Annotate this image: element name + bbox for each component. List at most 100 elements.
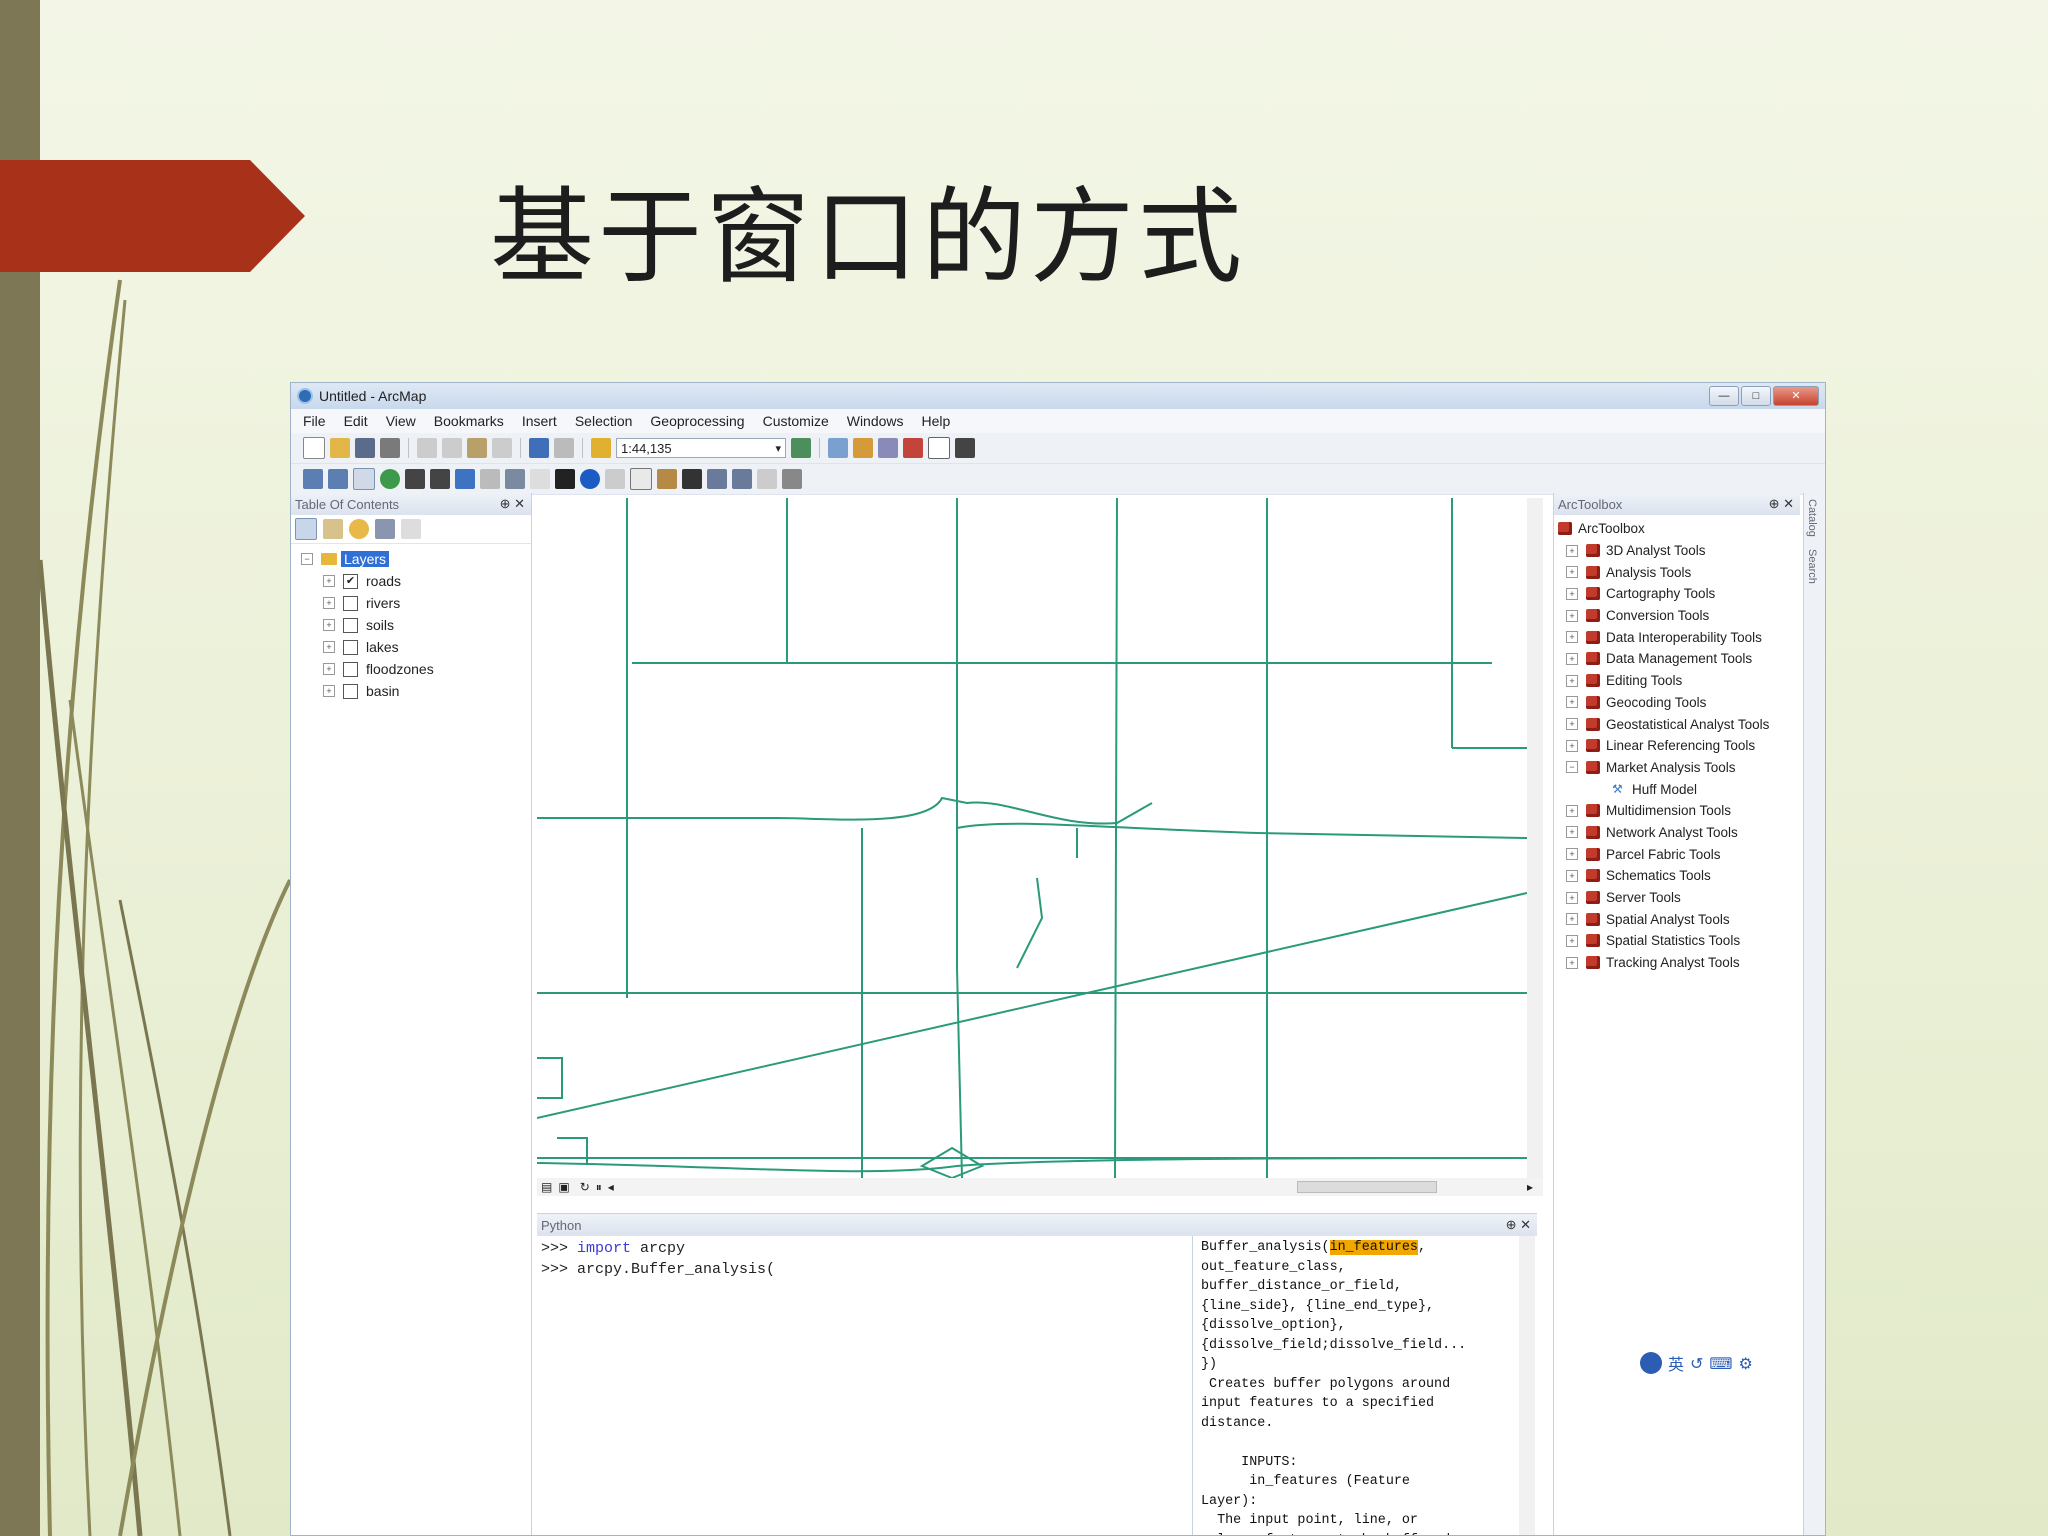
toolbox-label[interactable]: Spatial Statistics Tools bbox=[1606, 933, 1740, 948]
catalog-tab[interactable]: Catalog bbox=[1804, 493, 1820, 543]
toolbox-item[interactable]: + Editing Tools bbox=[1558, 670, 1800, 692]
expand-icon[interactable]: + bbox=[323, 641, 335, 653]
select-elements-icon[interactable] bbox=[555, 469, 575, 489]
toolbox-item[interactable]: + Cartography Tools bbox=[1558, 583, 1800, 605]
save-icon[interactable] bbox=[355, 438, 375, 458]
collapse-icon[interactable]: − bbox=[301, 553, 313, 565]
ime-language-toggle[interactable]: 英 bbox=[1668, 1351, 1684, 1375]
menu-geoprocessing[interactable]: Geoprocessing bbox=[650, 413, 744, 429]
expand-icon[interactable]: − bbox=[1566, 761, 1578, 774]
model-builder-icon[interactable] bbox=[955, 438, 975, 458]
menu-edit[interactable]: Edit bbox=[344, 413, 368, 429]
ime-settings-icon[interactable]: ⚙ bbox=[1739, 1354, 1753, 1373]
pan-icon[interactable] bbox=[353, 468, 375, 490]
menu-help[interactable]: Help bbox=[922, 413, 951, 429]
toolbox-item[interactable]: + Server Tools bbox=[1558, 887, 1800, 909]
toolbox-label[interactable]: Editing Tools bbox=[1606, 673, 1682, 688]
zoom-in-icon[interactable] bbox=[303, 469, 323, 489]
toolbox-item[interactable]: + Multidimension Tools bbox=[1558, 800, 1800, 822]
zoom-out-icon[interactable] bbox=[328, 469, 348, 489]
minimize-button[interactable]: — bbox=[1709, 386, 1739, 406]
layer-name[interactable]: floodzones bbox=[366, 661, 434, 677]
layer-checkbox[interactable] bbox=[343, 683, 358, 699]
data-view-icon[interactable]: ▤ bbox=[541, 1180, 552, 1194]
copy-icon[interactable] bbox=[442, 438, 462, 458]
expand-icon[interactable]: + bbox=[1566, 566, 1578, 579]
toolbox-label[interactable]: Conversion Tools bbox=[1606, 608, 1709, 623]
toolbox-item[interactable]: − Market Analysis Tools bbox=[1558, 757, 1800, 779]
expand-icon[interactable]: + bbox=[1566, 891, 1578, 904]
open-icon[interactable] bbox=[330, 438, 350, 458]
toolbox-item[interactable]: +3D Analyst Tools bbox=[1558, 540, 1800, 562]
toolbox-item[interactable]: + Schematics Tools bbox=[1558, 865, 1800, 887]
toolbox-item[interactable]: + Conversion Tools bbox=[1558, 605, 1800, 627]
layers-root-label[interactable]: Layers bbox=[341, 551, 390, 567]
tool-label[interactable]: Huff Model bbox=[1632, 782, 1697, 797]
undo-icon[interactable] bbox=[529, 438, 549, 458]
toolbox-label[interactable]: Cartography Tools bbox=[1606, 586, 1715, 601]
search-tab[interactable]: Search bbox=[1804, 543, 1820, 590]
toolbox-item[interactable]: + Spatial Analyst Tools bbox=[1558, 908, 1800, 930]
cut-icon[interactable] bbox=[417, 438, 437, 458]
time-slider-icon[interactable] bbox=[757, 469, 777, 489]
forward-icon[interactable] bbox=[480, 469, 500, 489]
redo-icon[interactable] bbox=[554, 438, 574, 458]
scroll-right-icon[interactable]: ▸ bbox=[1527, 1180, 1533, 1194]
layer-checkbox[interactable] bbox=[343, 639, 358, 655]
layer-name[interactable]: lakes bbox=[366, 639, 399, 655]
select-features-icon[interactable] bbox=[505, 469, 525, 489]
add-data-icon[interactable] bbox=[591, 438, 611, 458]
new-icon[interactable] bbox=[303, 437, 325, 459]
layer-name[interactable]: basin bbox=[366, 683, 399, 699]
toc-pin-close[interactable]: ⊕ ✕ bbox=[500, 496, 531, 512]
toolbox-root[interactable]: ArcToolbox bbox=[1558, 518, 1800, 540]
expand-icon[interactable]: + bbox=[323, 685, 335, 697]
back-icon[interactable] bbox=[455, 469, 475, 489]
toolbox-pin-close[interactable]: ⊕ ✕ bbox=[1769, 496, 1800, 512]
print-icon[interactable] bbox=[380, 438, 400, 458]
refresh-icon[interactable]: ↻ bbox=[580, 1180, 590, 1194]
expand-icon[interactable]: + bbox=[1566, 544, 1578, 557]
ime-punctuation-icon[interactable]: ↺ bbox=[1690, 1354, 1703, 1373]
help-scrollbar[interactable] bbox=[1519, 1236, 1535, 1535]
identify-icon[interactable] bbox=[580, 469, 600, 489]
toolbox-item[interactable]: + Data Interoperability Tools bbox=[1558, 626, 1800, 648]
expand-icon[interactable]: + bbox=[1566, 826, 1578, 839]
expand-icon[interactable]: + bbox=[323, 663, 335, 675]
ime-logo-icon[interactable] bbox=[1640, 1352, 1662, 1374]
expand-icon[interactable]: + bbox=[1566, 934, 1578, 947]
toolbox-label[interactable]: Network Analyst Tools bbox=[1606, 825, 1738, 840]
layer-row-roads[interactable]: + ✔ roads bbox=[301, 570, 531, 592]
find-route-icon[interactable] bbox=[707, 469, 727, 489]
layer-checkbox[interactable] bbox=[343, 595, 358, 611]
scroll-left-icon[interactable]: ◂ bbox=[608, 1180, 614, 1194]
expand-icon[interactable]: + bbox=[1566, 718, 1578, 731]
table-of-contents-icon[interactable] bbox=[828, 438, 848, 458]
toolbox-label[interactable]: 3D Analyst Tools bbox=[1606, 543, 1706, 558]
tool-item[interactable]: ⚒ Huff Model bbox=[1558, 778, 1800, 800]
measure-icon[interactable] bbox=[657, 469, 677, 489]
layer-row-lakes[interactable]: + lakes bbox=[301, 636, 531, 658]
menu-windows[interactable]: Windows bbox=[847, 413, 904, 429]
expand-icon[interactable]: + bbox=[1566, 848, 1578, 861]
expand-icon[interactable]: + bbox=[323, 597, 335, 609]
toolbox-label[interactable]: Data Management Tools bbox=[1606, 651, 1752, 666]
python-console[interactable]: >>> import arcpy >>> arcpy.Buffer_analys… bbox=[537, 1236, 1193, 1535]
layer-checkbox[interactable] bbox=[343, 661, 358, 677]
catalog-icon[interactable] bbox=[853, 438, 873, 458]
hyperlink-icon[interactable] bbox=[605, 469, 625, 489]
toolbox-label[interactable]: Schematics Tools bbox=[1606, 868, 1711, 883]
toolbox-item[interactable]: + Tracking Analyst Tools bbox=[1558, 952, 1800, 974]
toolbox-label[interactable]: Data Interoperability Tools bbox=[1606, 630, 1762, 645]
layer-row-floodzones[interactable]: + floodzones bbox=[301, 658, 531, 680]
toolbox-item[interactable]: + Geocoding Tools bbox=[1558, 692, 1800, 714]
toolbox-item[interactable]: + Geostatistical Analyst Tools bbox=[1558, 713, 1800, 735]
arctoolbox-icon[interactable] bbox=[903, 438, 923, 458]
expand-icon[interactable]: + bbox=[1566, 674, 1578, 687]
toolbox-label[interactable]: Analysis Tools bbox=[1606, 565, 1691, 580]
ime-keyboard-icon[interactable]: ⌨ bbox=[1709, 1354, 1732, 1373]
layer-name[interactable]: rivers bbox=[366, 595, 400, 611]
layers-root[interactable]: − Layers bbox=[301, 548, 531, 570]
fixed-zoom-in-icon[interactable] bbox=[405, 469, 425, 489]
toolbox-item[interactable]: + Data Management Tools bbox=[1558, 648, 1800, 670]
